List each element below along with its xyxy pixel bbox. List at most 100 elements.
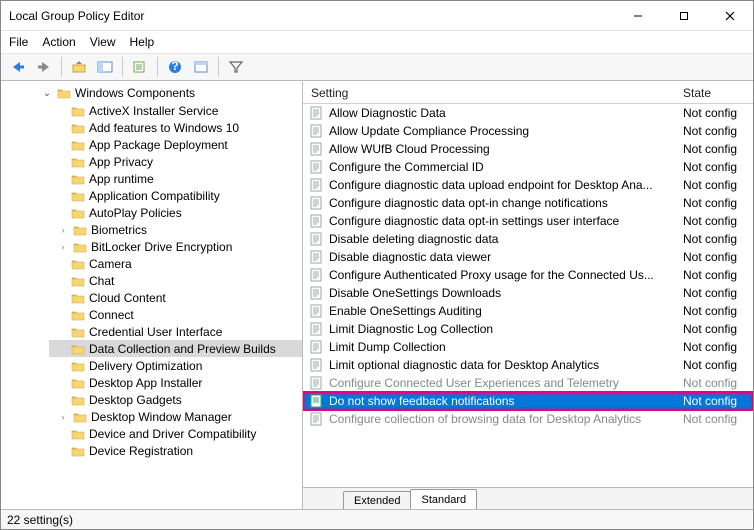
tree-item-label: Camera — [89, 257, 132, 271]
tree-item[interactable]: Device Registration — [49, 442, 302, 459]
tree-item-label: App Package Deployment — [89, 138, 228, 152]
column-header-setting[interactable]: Setting — [303, 86, 683, 100]
tree-item[interactable]: Device and Driver Compatibility — [49, 425, 302, 442]
setting-row[interactable]: Configure diagnostic data opt-in change … — [303, 194, 753, 212]
setting-label: Configure Connected User Experiences and… — [329, 376, 677, 390]
tree-item[interactable]: ›BitLocker Drive Encryption — [49, 238, 302, 255]
tree-item[interactable]: Delivery Optimization — [49, 357, 302, 374]
tree-item-label: Desktop Gadgets — [89, 393, 182, 407]
setting-row[interactable]: Limit optional diagnostic data for Deskt… — [303, 356, 753, 374]
tree-pane[interactable]: ⌄Windows Components ActiveX Installer Ser… — [1, 82, 303, 509]
tree-item[interactable]: Camera — [49, 255, 302, 272]
tree-item[interactable]: ActiveX Installer Service — [49, 102, 302, 119]
setting-row[interactable]: Enable OneSettings AuditingNot config — [303, 302, 753, 320]
tree-item-label: Delivery Optimization — [89, 359, 202, 373]
setting-state: Not config — [683, 322, 753, 336]
setting-row[interactable]: Configure diagnostic data opt-in setting… — [303, 212, 753, 230]
menu-file[interactable]: File — [9, 35, 28, 49]
setting-state: Not config — [683, 124, 753, 138]
menu-action[interactable]: Action — [42, 35, 75, 49]
tree-root-label: Windows Components — [75, 86, 195, 100]
column-header-state[interactable]: State — [683, 86, 753, 100]
titlebar: Local Group Policy Editor — [1, 1, 753, 31]
tree-item-label: Connect — [89, 308, 134, 322]
menu-view[interactable]: View — [90, 35, 116, 49]
list-header: Setting State — [303, 82, 753, 104]
tree-item[interactable]: Data Collection and Preview Builds — [49, 340, 302, 357]
properties-icon — [193, 60, 209, 74]
svg-text:?: ? — [171, 60, 178, 73]
setting-row[interactable]: Allow WUfB Cloud ProcessingNot config — [303, 140, 753, 158]
folder-icon — [71, 360, 85, 372]
settings-list[interactable]: Allow Diagnostic DataNot configAllow Upd… — [303, 104, 753, 487]
tree-item[interactable]: Credential User Interface — [49, 323, 302, 340]
maximize-button[interactable] — [661, 1, 707, 31]
tree-item-label: Device Registration — [89, 444, 193, 458]
setting-row[interactable]: Configure Authenticated Proxy usage for … — [303, 266, 753, 284]
folder-icon — [71, 309, 85, 321]
export-button[interactable] — [129, 56, 151, 78]
setting-row[interactable]: Do not show feedback notificationsNot co… — [303, 392, 753, 410]
tree-item[interactable]: Connect — [49, 306, 302, 323]
window: Local Group Policy Editor File Action Vi… — [0, 0, 754, 530]
minimize-button[interactable] — [615, 1, 661, 31]
up-button[interactable] — [68, 56, 90, 78]
policy-icon — [309, 142, 323, 156]
tree-item[interactable]: App runtime — [49, 170, 302, 187]
tree-root-item[interactable]: ⌄Windows Components — [41, 86, 302, 100]
window-title: Local Group Policy Editor — [9, 9, 615, 23]
tree-item[interactable]: Add features to Windows 10 — [49, 119, 302, 136]
setting-row[interactable]: Disable deleting diagnostic dataNot conf… — [303, 230, 753, 248]
tree-item[interactable]: AutoPlay Policies — [49, 204, 302, 221]
properties-button[interactable] — [190, 56, 212, 78]
tree-item[interactable]: Application Compatibility — [49, 187, 302, 204]
tree-item[interactable]: Cloud Content — [49, 289, 302, 306]
setting-row[interactable]: Limit Dump CollectionNot config — [303, 338, 753, 356]
menu-help[interactable]: Help — [130, 35, 155, 49]
setting-row[interactable]: Configure diagnostic data upload endpoin… — [303, 176, 753, 194]
setting-row[interactable]: Limit Diagnostic Log CollectionNot confi… — [303, 320, 753, 338]
setting-label: Allow WUfB Cloud Processing — [329, 142, 677, 156]
forward-button[interactable] — [33, 56, 55, 78]
toolbar-separator — [218, 57, 219, 77]
policy-icon — [309, 394, 323, 408]
setting-row[interactable]: Allow Update Compliance ProcessingNot co… — [303, 122, 753, 140]
close-button[interactable] — [707, 1, 753, 31]
show-hide-tree-button[interactable] — [94, 56, 116, 78]
tree-item[interactable]: App Package Deployment — [49, 136, 302, 153]
tree-item[interactable]: Desktop App Installer — [49, 374, 302, 391]
tab-standard[interactable]: Standard — [410, 489, 477, 509]
tree-item[interactable]: App Privacy — [49, 153, 302, 170]
setting-row[interactable]: Disable diagnostic data viewerNot config — [303, 248, 753, 266]
setting-row[interactable]: Configure the Commercial IDNot config — [303, 158, 753, 176]
setting-state: Not config — [683, 268, 753, 282]
setting-label: Limit Dump Collection — [329, 340, 677, 354]
tree-item[interactable]: ›Biometrics — [49, 221, 302, 238]
tree-item-label: Chat — [89, 274, 114, 288]
folder-icon — [71, 292, 85, 304]
tree-item[interactable]: Chat — [49, 272, 302, 289]
back-button[interactable] — [7, 56, 29, 78]
setting-row[interactable]: Disable OneSettings DownloadsNot config — [303, 284, 753, 302]
view-tabs: Extended Standard — [303, 487, 753, 509]
setting-label: Configure diagnostic data opt-in setting… — [329, 214, 677, 228]
setting-label: Enable OneSettings Auditing — [329, 304, 677, 318]
tree-item[interactable]: Desktop Gadgets — [49, 391, 302, 408]
tree-item-label: Credential User Interface — [89, 325, 222, 339]
filter-button[interactable] — [225, 56, 247, 78]
help-button[interactable]: ? — [164, 56, 186, 78]
arrow-right-icon — [36, 60, 52, 74]
tab-extended[interactable]: Extended — [343, 491, 411, 509]
setting-row[interactable]: Allow Diagnostic DataNot config — [303, 104, 753, 122]
setting-state: Not config — [683, 214, 753, 228]
folder-icon — [71, 156, 85, 168]
folder-icon — [71, 258, 85, 270]
setting-row[interactable]: Configure collection of browsing data fo… — [303, 410, 753, 428]
tree-item[interactable]: ›Desktop Window Manager — [49, 408, 302, 425]
folder-icon — [71, 105, 85, 117]
tree-item-label: BitLocker Drive Encryption — [91, 240, 232, 254]
setting-row[interactable]: Configure Connected User Experiences and… — [303, 374, 753, 392]
setting-label: Configure Authenticated Proxy usage for … — [329, 268, 677, 282]
folder-icon — [71, 445, 85, 457]
chevron-right-icon: › — [57, 412, 69, 422]
